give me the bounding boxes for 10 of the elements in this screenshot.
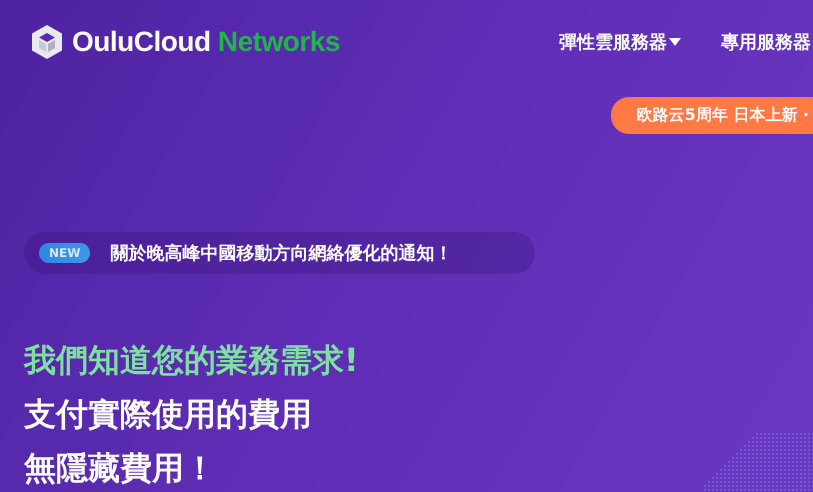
brand-name[interactable]: OuluCloud Networks: [72, 26, 340, 58]
headline-text: 我們知道您的業務需求!: [24, 340, 359, 381]
cube-logo-icon: [30, 24, 64, 60]
headline-text: 支付實際使用的費用: [24, 394, 312, 435]
caret-icon: [669, 38, 681, 46]
announcement-link[interactable]: 關於晚高峰中國移動方向網絡優化的通知！: [110, 241, 452, 265]
new-badge: NEW: [39, 243, 90, 263]
nav-link[interactable]: 彈性雲服務器: [559, 30, 681, 54]
headline-text: 無隱藏費用！: [24, 448, 216, 489]
nav-link[interactable]: 專用服務器: [721, 30, 811, 54]
